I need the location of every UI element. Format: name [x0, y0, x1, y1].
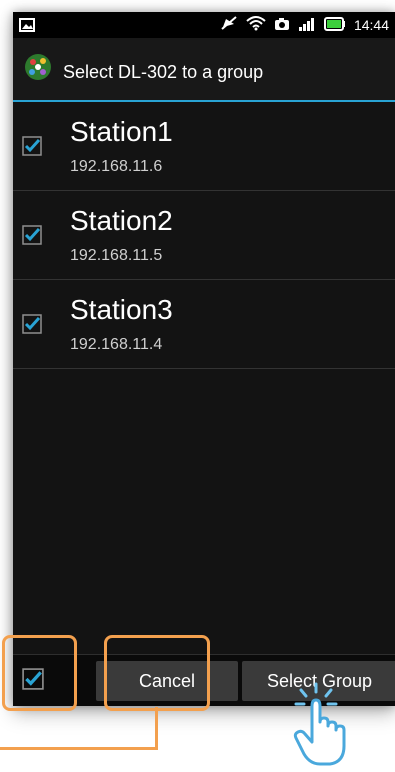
checkbox-icon[interactable]	[22, 314, 42, 338]
title-bar: Select DL-302 to a group	[13, 38, 395, 102]
station-name: Station3	[70, 294, 173, 325]
station-ip: 192.168.11.6	[70, 158, 163, 175]
callout-connector-horizontal	[0, 747, 158, 750]
callout-connector-vertical	[155, 707, 158, 750]
dialog-title: Select DL-302 to a group	[63, 62, 264, 82]
mute-icon	[220, 15, 238, 35]
station-list: Station1 192.168.11.6 Station2 192.168.1…	[13, 102, 395, 369]
cancel-callout	[104, 635, 210, 711]
select-all-callout	[2, 635, 77, 711]
app-icon	[23, 52, 53, 86]
station-ip: 192.168.11.5	[70, 247, 163, 264]
image-icon	[19, 17, 35, 36]
status-bar: 14:44	[13, 12, 395, 38]
station-row-2[interactable]: Station2 192.168.11.5	[13, 191, 395, 280]
camera-icon	[274, 16, 290, 35]
station-ip: 192.168.11.4	[70, 336, 163, 353]
battery-icon	[323, 16, 346, 35]
phone-screen: 14:44 Select DL-302 to a group Station1 …	[13, 12, 395, 706]
station-row-3[interactable]: Station3 192.168.11.4	[13, 280, 395, 369]
checkbox-icon[interactable]	[22, 136, 42, 160]
station-name: Station1	[70, 116, 173, 147]
clock: 14:44	[353, 17, 389, 33]
tap-hand-icon	[290, 682, 360, 772]
wifi-icon	[246, 15, 266, 35]
signal-icon	[298, 16, 316, 35]
station-name: Station2	[70, 205, 173, 236]
checkbox-icon[interactable]	[22, 225, 42, 249]
station-row-1[interactable]: Station1 192.168.11.6	[13, 102, 395, 191]
